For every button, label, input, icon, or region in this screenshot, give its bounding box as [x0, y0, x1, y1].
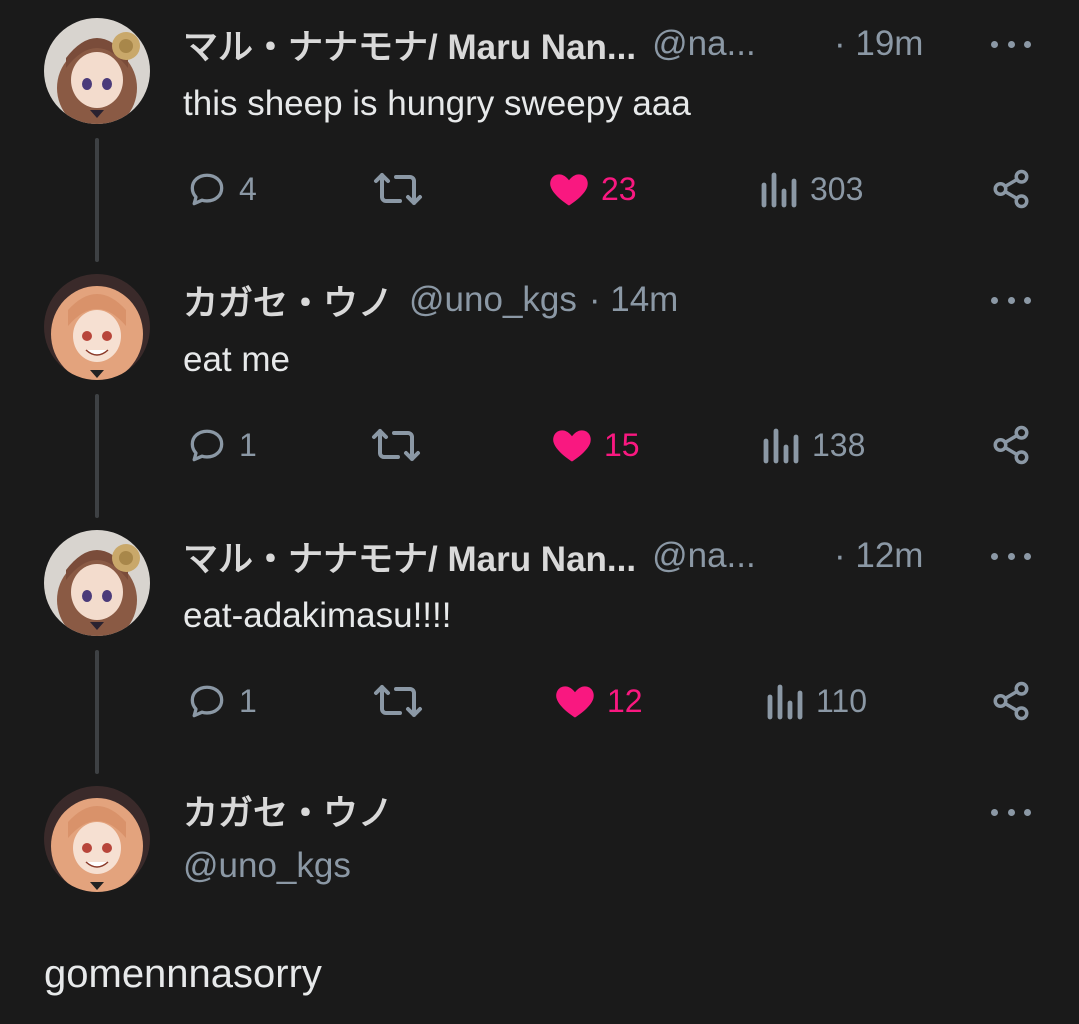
user-handle[interactable]: @na... [652, 536, 756, 576]
views-icon [767, 684, 803, 720]
thread-line [95, 394, 99, 518]
heart-icon [550, 174, 588, 206]
reply-button[interactable]: 1 [185, 420, 257, 470]
retweet-icon [374, 173, 422, 205]
like-count: 23 [601, 170, 637, 207]
reply-count: 4 [239, 170, 257, 207]
like-count: 15 [604, 426, 640, 463]
tweet-timestamp[interactable]: · 12m [834, 532, 923, 580]
share-icon[interactable] [990, 168, 1032, 215]
view-count: 138 [812, 426, 866, 463]
retweet-button[interactable] [372, 676, 424, 726]
more-options-icon[interactable] [991, 538, 1031, 574]
views-button[interactable]: 110 [766, 676, 867, 726]
more-options-icon[interactable] [991, 26, 1031, 62]
avatar[interactable] [44, 786, 150, 892]
heart-icon [556, 686, 594, 718]
tweet-timestamp[interactable]: · 14m [589, 280, 678, 320]
like-count: 12 [607, 682, 643, 719]
reply-icon [190, 173, 224, 206]
retweet-button[interactable] [372, 164, 424, 214]
views-button[interactable]: 138 [762, 420, 865, 470]
avatar[interactable] [44, 530, 150, 636]
reply-button[interactable]: 1 [185, 676, 257, 726]
tweet-text: eat me [183, 340, 290, 379]
user-handle[interactable]: @uno_kgs [183, 842, 351, 890]
tweet-text: this sheep is hungry sweepy aaa [183, 84, 691, 123]
view-count: 110 [816, 682, 868, 719]
like-button[interactable]: 12 [553, 676, 643, 726]
like-button[interactable]: 23 [547, 164, 637, 214]
thread-line [95, 138, 99, 262]
views-icon [763, 428, 799, 464]
thread-line [95, 650, 99, 774]
reply-icon [190, 685, 224, 718]
share-icon[interactable] [990, 680, 1032, 727]
tweet-text: gomennnasorry [44, 951, 322, 996]
tweet-text: eat-adakimasu!!!! [183, 596, 452, 635]
more-options-icon[interactable] [991, 282, 1031, 318]
user-handle[interactable]: @na... [652, 24, 756, 64]
retweet-button[interactable] [370, 420, 422, 470]
tweet-header: カガセ・ウノ @uno_kgs · 14m [183, 276, 929, 324]
avatar[interactable] [44, 274, 150, 380]
view-count: 303 [810, 170, 864, 207]
more-options-icon[interactable] [991, 794, 1031, 830]
tweet-header: マル・ナナモナ/ Maru Nan... @na... [183, 20, 929, 68]
display-name[interactable]: マル・ナナモナ/ Maru Nan... [183, 532, 636, 580]
like-button[interactable]: 15 [550, 420, 640, 470]
display-name[interactable]: マル・ナナモナ/ Maru Nan... [183, 20, 636, 68]
reply-count: 1 [239, 426, 257, 463]
display-name[interactable]: カガセ・ウノ [183, 276, 393, 324]
reply-count: 1 [239, 682, 257, 719]
reply-icon [190, 429, 224, 462]
views-button[interactable]: 303 [760, 164, 863, 214]
tweet-header: マル・ナナモナ/ Maru Nan... @na... [183, 532, 929, 580]
tweet-timestamp[interactable]: · 19m [834, 20, 923, 68]
retweet-icon [374, 685, 422, 717]
user-handle[interactable]: @uno_kgs [409, 280, 577, 320]
display-name[interactable]: カガセ・ウノ [183, 786, 393, 834]
share-icon[interactable] [990, 424, 1032, 471]
reply-button[interactable]: 4 [185, 164, 257, 214]
retweet-icon [372, 429, 420, 461]
views-icon [761, 172, 797, 208]
avatar[interactable] [44, 18, 150, 124]
heart-icon [553, 430, 591, 462]
